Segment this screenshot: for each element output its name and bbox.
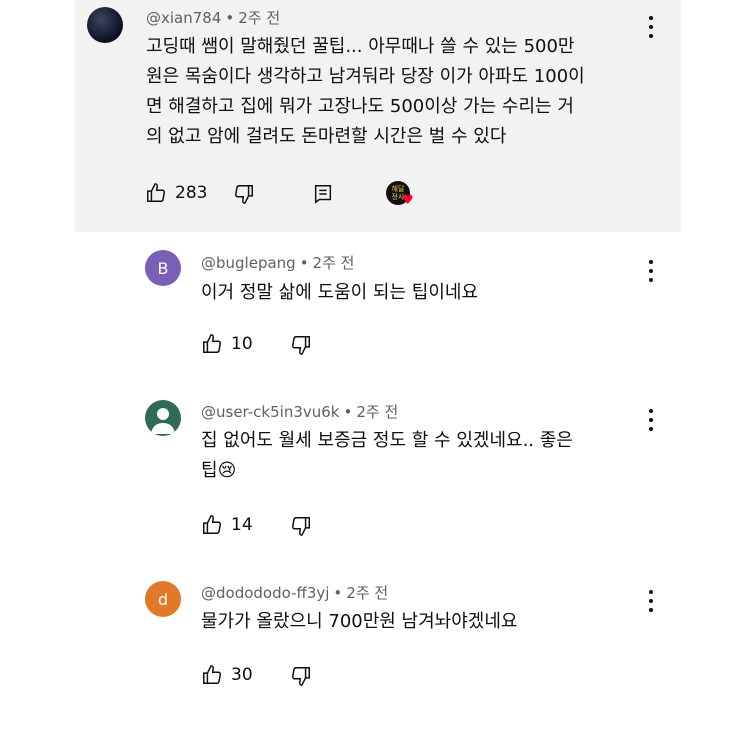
comment-line: 면 해결하고 집에 뭐가 고장나도 500이상 가는 수리는 거 <box>146 96 574 117</box>
more-options-icon[interactable] <box>647 409 655 431</box>
comment-meta: @dodododo-ff3yj • 2주 전 <box>201 584 389 602</box>
comment-meta: @buglepang • 2주 전 <box>201 254 355 272</box>
more-options-icon[interactable] <box>647 260 655 282</box>
dislike-button[interactable] <box>233 183 255 205</box>
comment-meta: @xian784 • 2주 전 <box>146 9 281 27</box>
comment-line: 고딩때 쌤이 말해줬던 꿀팁... 아무때나 쓸 수 있는 500만 <box>146 36 575 57</box>
comment-time: 2주 전 <box>238 9 281 27</box>
comment-line: 의 없고 암에 걸려도 돈마련할 시간은 벌 수 있다 <box>146 126 507 147</box>
like-button[interactable]: 14 <box>201 514 253 536</box>
comment-author[interactable]: @buglepang <box>201 254 296 272</box>
comment-line: 원은 목숨이다 생각하고 남겨둬라 당장 이가 아파도 100이 <box>146 66 585 87</box>
like-button[interactable]: 10 <box>201 333 253 355</box>
comment-icon <box>314 185 332 204</box>
like-count: 283 <box>175 183 208 203</box>
dislike-button[interactable] <box>290 515 312 537</box>
comment-meta: @user-ck5in3vu6k • 2주 전 <box>201 403 399 421</box>
thumbs-down-icon <box>235 185 253 204</box>
like-button[interactable]: 30 <box>201 664 253 686</box>
heart-icon: ♥ <box>402 193 414 208</box>
comment-line: 집 없어도 월세 보증금 정도 할 수 있겠네요.. 좋은 <box>201 430 573 451</box>
comment-author[interactable]: @xian784 <box>146 9 221 27</box>
thumbs-up-icon <box>203 334 221 353</box>
thumbs-down-icon <box>292 336 310 355</box>
thumbs-up-icon <box>203 665 221 684</box>
like-button[interactable]: 283 <box>145 182 207 204</box>
reply-button[interactable] <box>312 183 334 205</box>
comment-time: 2주 전 <box>356 403 399 421</box>
thumbs-up-icon <box>147 183 165 202</box>
comment-author[interactable]: @dodododo-ff3yj <box>201 584 329 602</box>
comment-line: 물가가 올랐으니 700만원 남겨놔야겠네요 <box>201 611 518 632</box>
comment-text: 고딩때 쌤이 말해줬던 꿀팁... 아무때나 쓸 수 있는 500만 원은 목숨… <box>146 32 666 152</box>
comment-line-text: 팁 <box>201 460 218 481</box>
thumbs-up-icon <box>203 515 221 534</box>
user-silhouette-icon <box>151 408 175 434</box>
comment-line: 팁😢 <box>201 456 641 486</box>
avatar[interactable] <box>145 400 181 436</box>
dislike-button[interactable] <box>290 665 312 687</box>
avatar-letter: d <box>157 589 169 609</box>
like-count: 30 <box>231 665 253 685</box>
comment-time: 2주 전 <box>346 584 389 602</box>
thumbs-down-icon <box>292 667 310 686</box>
like-count: 10 <box>231 334 253 354</box>
comment-author[interactable]: @user-ck5in3vu6k <box>201 403 339 421</box>
like-count: 14 <box>231 515 253 535</box>
comment-text: 물가가 올랐으니 700만원 남겨놔야겠네요 <box>201 607 517 637</box>
avatar[interactable]: B <box>145 250 181 286</box>
avatar-letter: B <box>157 258 169 278</box>
crying-face-emoji: 😢 <box>217 460 237 481</box>
more-options-icon[interactable] <box>647 590 655 612</box>
comment-time: 2주 전 <box>312 254 355 272</box>
dislike-button[interactable] <box>290 334 312 356</box>
comment-text: 집 없어도 월세 보증금 정도 할 수 있겠네요.. 좋은 팁😢 <box>201 426 641 486</box>
avatar[interactable] <box>87 7 123 43</box>
thumbs-down-icon <box>292 517 310 536</box>
avatar[interactable]: d <box>145 581 181 617</box>
comment-text: 이거 정말 삶에 도움이 되는 팁이네요 <box>201 278 478 308</box>
comment-line: 이거 정말 삶에 도움이 되는 팁이네요 <box>201 282 479 303</box>
